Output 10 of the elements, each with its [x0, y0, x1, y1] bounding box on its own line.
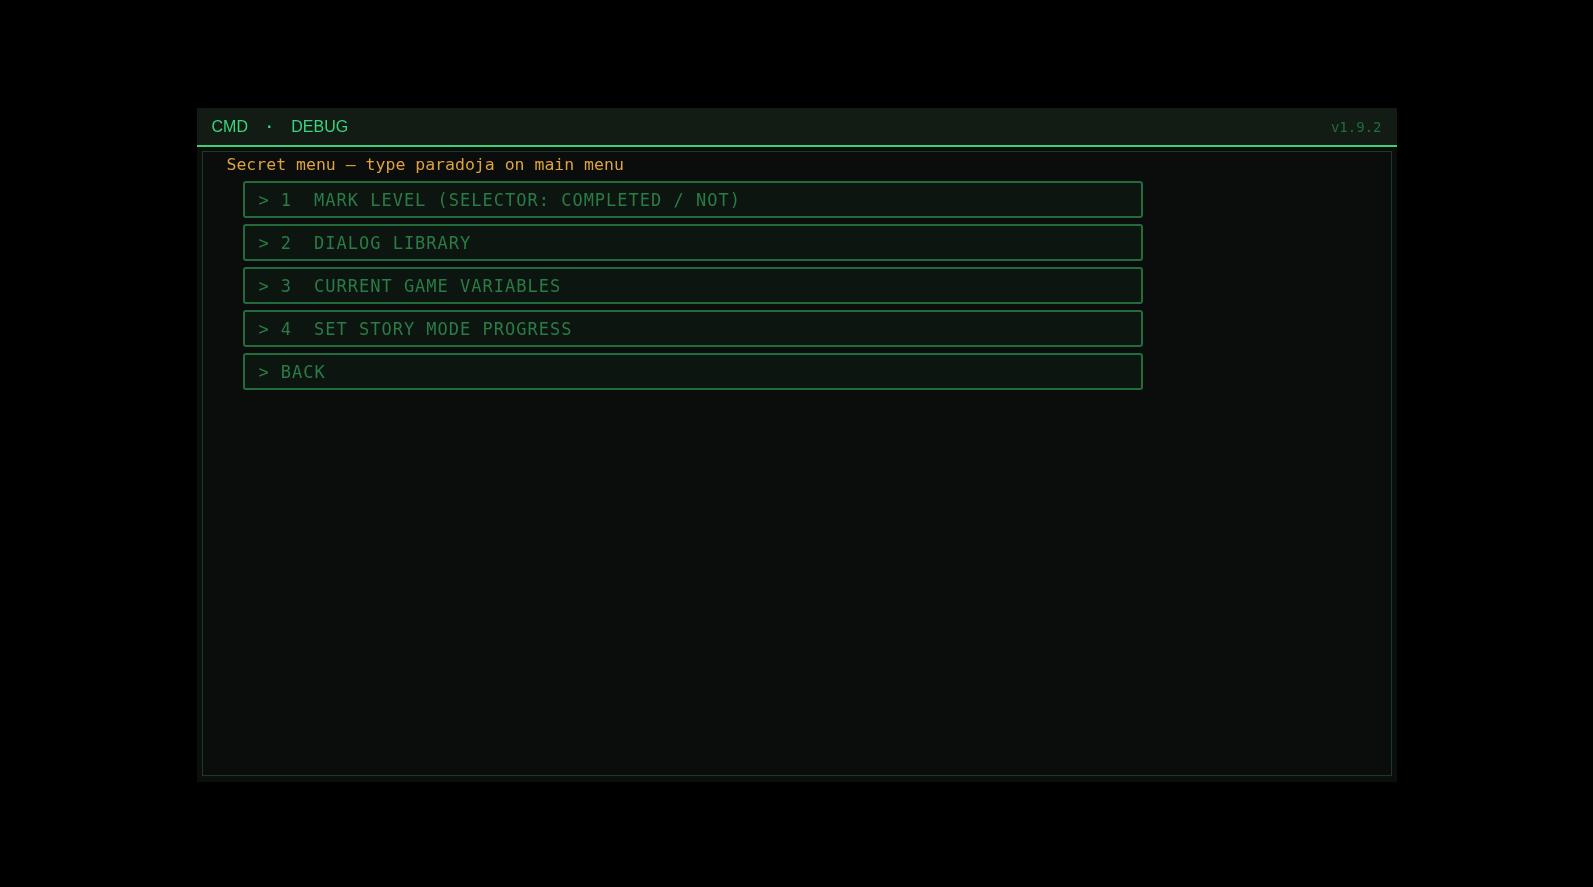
breadcrumb-item: CMD	[211, 116, 248, 137]
version-label: v1.9.2	[1330, 117, 1382, 136]
menu-item[interactable]: > BACK	[242, 353, 1143, 390]
breadcrumb-item: DEBUG	[291, 116, 349, 137]
menu-item[interactable]: > 4 SET STORY MODE PROGRESS	[242, 310, 1143, 347]
breadcrumb-separator: ·	[266, 116, 273, 137]
hint-text: Secret menu — type paradoja on main menu	[226, 155, 625, 175]
menu-item[interactable]: > 3 CURRENT GAME VARIABLES	[242, 267, 1143, 304]
menu-item[interactable]: > 1 MARK LEVEL (SELECTOR: COMPLETED / NOT)	[242, 181, 1143, 218]
menu-item[interactable]: > 2 DIALOG LIBRARY	[242, 224, 1143, 261]
